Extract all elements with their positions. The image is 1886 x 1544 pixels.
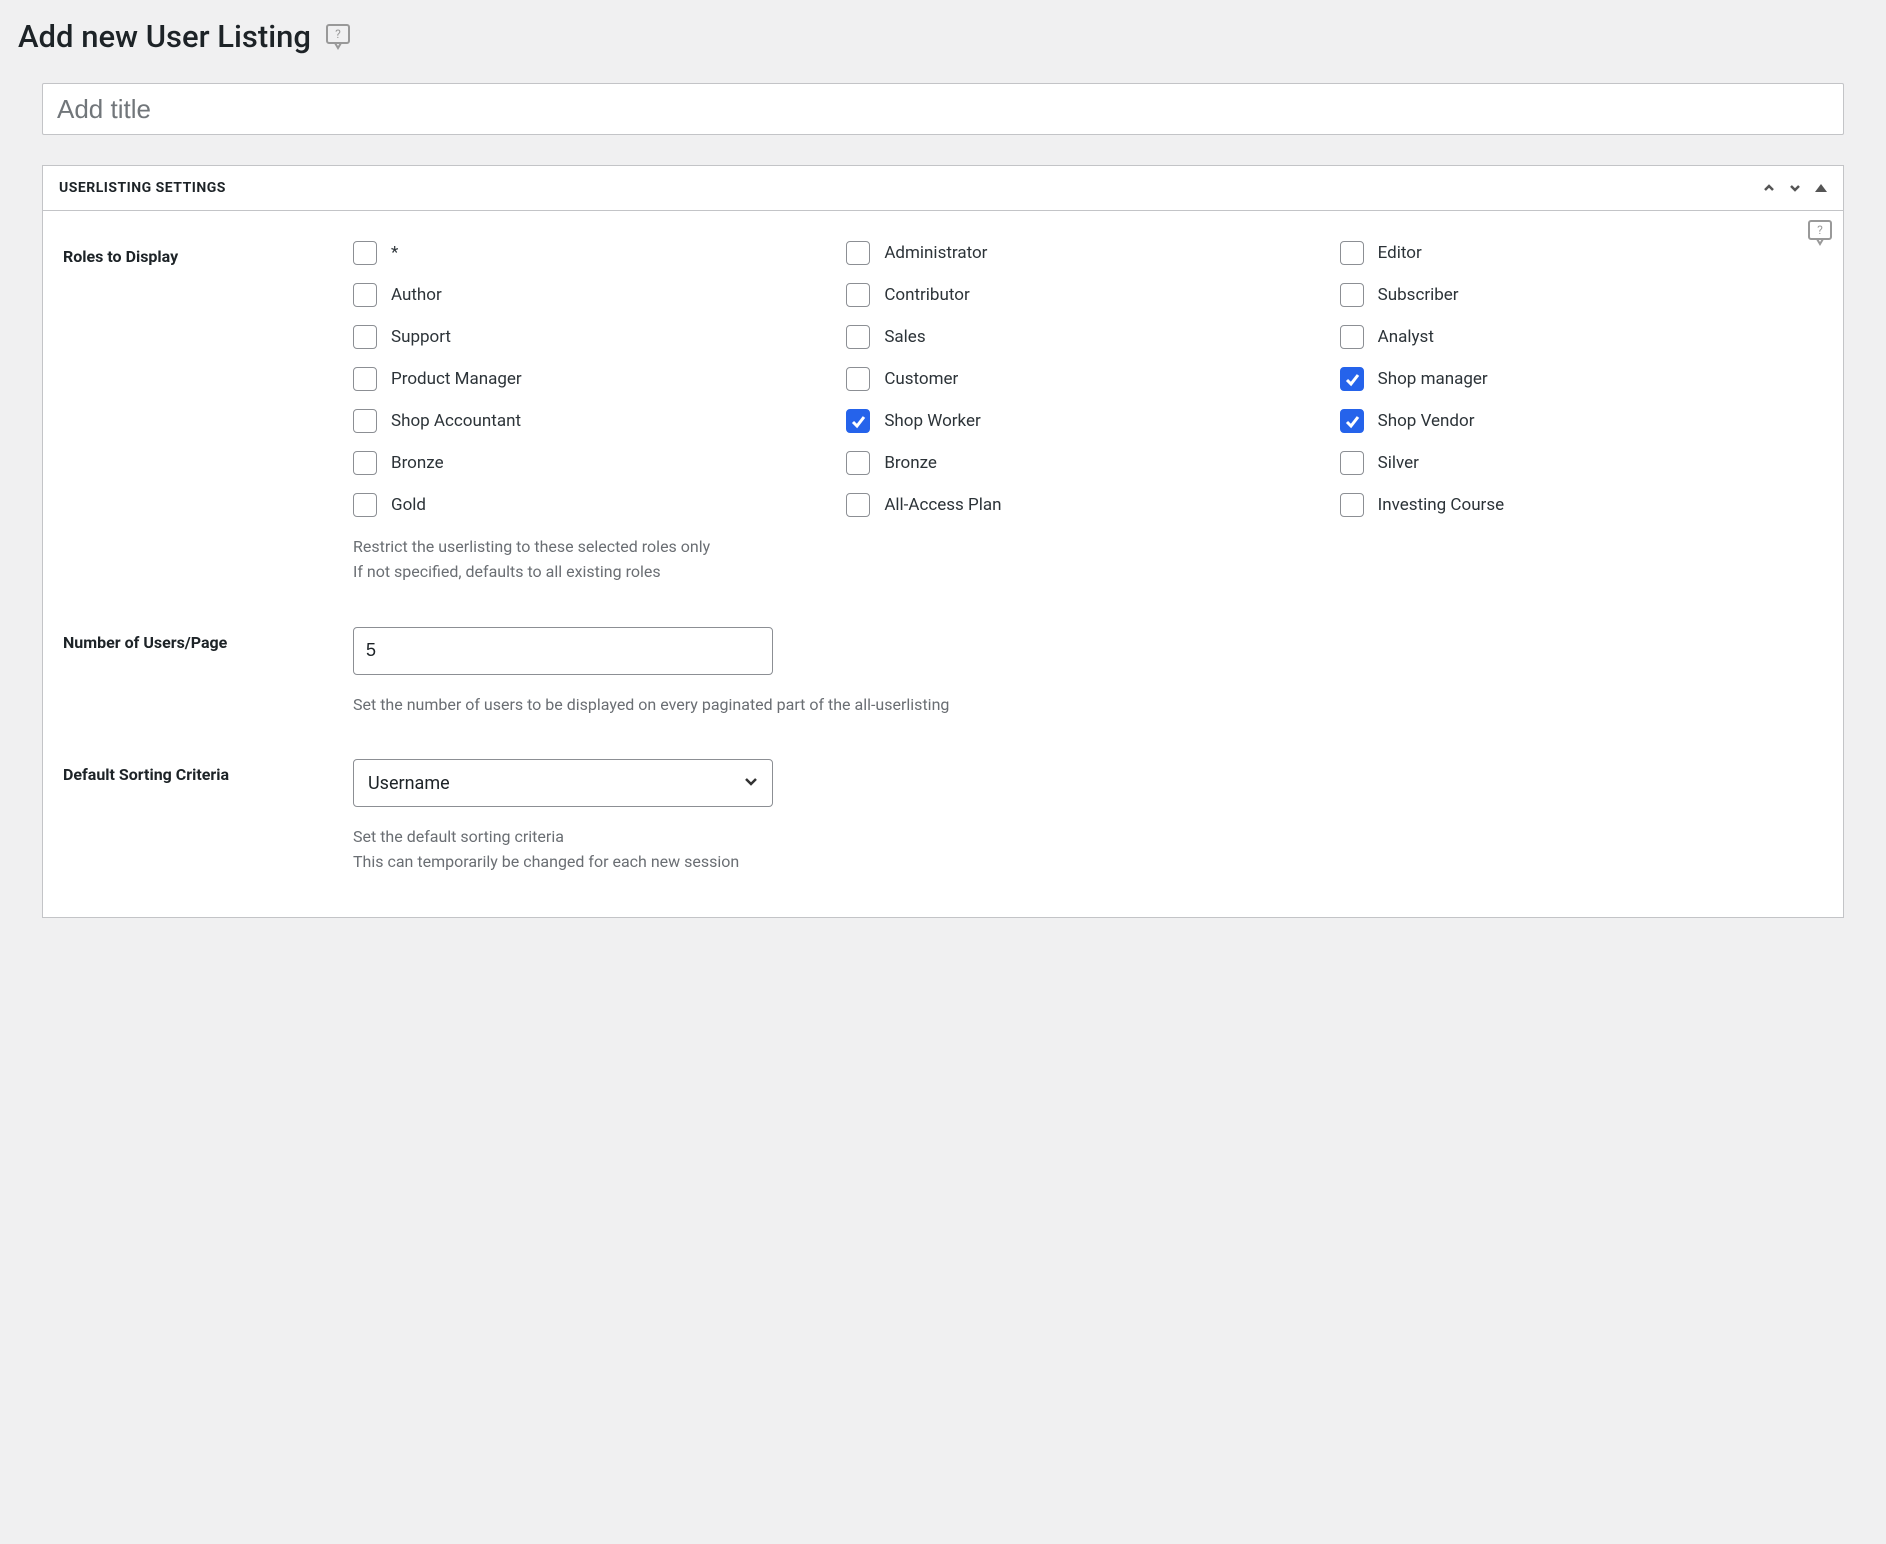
- role-label: *: [391, 243, 398, 263]
- role-checkbox[interactable]: [846, 241, 870, 265]
- users-per-page-input[interactable]: [353, 627, 773, 675]
- role-checkbox[interactable]: [353, 451, 377, 475]
- default-sort-selected: Username: [368, 773, 450, 794]
- panel-title: USERLISTING SETTINGS: [59, 180, 226, 196]
- users-per-page-help: Set the number of users to be displayed …: [353, 693, 1823, 718]
- role-checkbox[interactable]: [1340, 409, 1364, 433]
- roles-label: Roles to Display: [63, 241, 353, 266]
- role-checkbox[interactable]: [1340, 367, 1364, 391]
- title-input[interactable]: [42, 83, 1844, 135]
- role-checkbox[interactable]: [1340, 325, 1364, 349]
- role-label: Analyst: [1378, 327, 1434, 347]
- role-label: All-Access Plan: [884, 495, 1001, 515]
- role-checkbox[interactable]: [353, 283, 377, 307]
- role-checkbox[interactable]: [1340, 283, 1364, 307]
- role-item[interactable]: Shop Accountant: [353, 409, 836, 433]
- default-sort-help-2: This can temporarily be changed for each…: [353, 850, 1823, 875]
- default-sort-select[interactable]: Username: [353, 759, 773, 807]
- role-item[interactable]: Analyst: [1340, 325, 1823, 349]
- users-per-page-label: Number of Users/Page: [63, 627, 353, 652]
- role-item[interactable]: Product Manager: [353, 367, 836, 391]
- role-checkbox[interactable]: [353, 409, 377, 433]
- role-checkbox[interactable]: [353, 367, 377, 391]
- svg-text:?: ?: [335, 27, 341, 41]
- role-label: Administrator: [884, 243, 987, 263]
- role-label: Support: [391, 327, 451, 347]
- role-label: Shop manager: [1378, 369, 1488, 389]
- role-label: Subscriber: [1378, 285, 1459, 305]
- role-item[interactable]: Editor: [1340, 241, 1823, 265]
- role-label: Customer: [884, 369, 958, 389]
- default-sort-label: Default Sorting Criteria: [63, 759, 353, 784]
- svg-text:?: ?: [1817, 223, 1823, 237]
- role-label: Shop Accountant: [391, 411, 521, 431]
- role-item[interactable]: All-Access Plan: [846, 493, 1329, 517]
- role-item[interactable]: Silver: [1340, 451, 1823, 475]
- role-item[interactable]: Contributor: [846, 283, 1329, 307]
- role-item[interactable]: Shop Worker: [846, 409, 1329, 433]
- role-item[interactable]: Bronze: [846, 451, 1329, 475]
- role-checkbox[interactable]: [353, 325, 377, 349]
- collapse-icon[interactable]: [1815, 184, 1827, 192]
- role-checkbox[interactable]: [1340, 493, 1364, 517]
- role-item[interactable]: Administrator: [846, 241, 1329, 265]
- help-icon[interactable]: ?: [325, 25, 351, 49]
- role-checkbox[interactable]: [846, 367, 870, 391]
- role-label: Investing Course: [1378, 495, 1504, 515]
- roles-help-1: Restrict the userlisting to these select…: [353, 535, 1823, 560]
- role-checkbox[interactable]: [1340, 451, 1364, 475]
- role-label: Product Manager: [391, 369, 522, 389]
- role-item[interactable]: Author: [353, 283, 836, 307]
- role-label: Bronze: [391, 453, 444, 473]
- role-checkbox[interactable]: [846, 325, 870, 349]
- role-label: Bronze: [884, 453, 937, 473]
- role-item[interactable]: Subscriber: [1340, 283, 1823, 307]
- role-label: Contributor: [884, 285, 969, 305]
- panel-header: USERLISTING SETTINGS: [43, 166, 1843, 211]
- role-checkbox[interactable]: [846, 409, 870, 433]
- chevron-down-icon[interactable]: [1789, 182, 1801, 194]
- role-item[interactable]: Sales: [846, 325, 1329, 349]
- role-checkbox[interactable]: [846, 493, 870, 517]
- default-sort-help-1: Set the default sorting criteria: [353, 825, 1823, 850]
- panel-help-icon[interactable]: ?: [1807, 221, 1833, 245]
- chevron-up-icon[interactable]: [1763, 182, 1775, 194]
- role-label: Gold: [391, 495, 426, 515]
- role-label: Shop Vendor: [1378, 411, 1475, 431]
- role-label: Silver: [1378, 453, 1419, 473]
- role-item[interactable]: Customer: [846, 367, 1329, 391]
- roles-help-2: If not specified, defaults to all existi…: [353, 560, 1823, 585]
- role-checkbox[interactable]: [846, 451, 870, 475]
- role-checkbox[interactable]: [846, 283, 870, 307]
- role-label: Shop Worker: [884, 411, 980, 431]
- role-item[interactable]: Support: [353, 325, 836, 349]
- role-label: Sales: [884, 327, 925, 347]
- role-item[interactable]: Bronze: [353, 451, 836, 475]
- role-item[interactable]: Shop Vendor: [1340, 409, 1823, 433]
- userlisting-settings-panel: USERLISTING SETTINGS ? Roles to Display …: [42, 165, 1844, 918]
- role-checkbox[interactable]: [1340, 241, 1364, 265]
- role-item[interactable]: Gold: [353, 493, 836, 517]
- role-checkbox[interactable]: [353, 241, 377, 265]
- role-item[interactable]: Shop manager: [1340, 367, 1823, 391]
- page-title: Add new User Listing: [18, 18, 311, 55]
- role-label: Author: [391, 285, 442, 305]
- role-item[interactable]: Investing Course: [1340, 493, 1823, 517]
- role-label: Editor: [1378, 243, 1422, 263]
- role-checkbox[interactable]: [353, 493, 377, 517]
- role-item[interactable]: *: [353, 241, 836, 265]
